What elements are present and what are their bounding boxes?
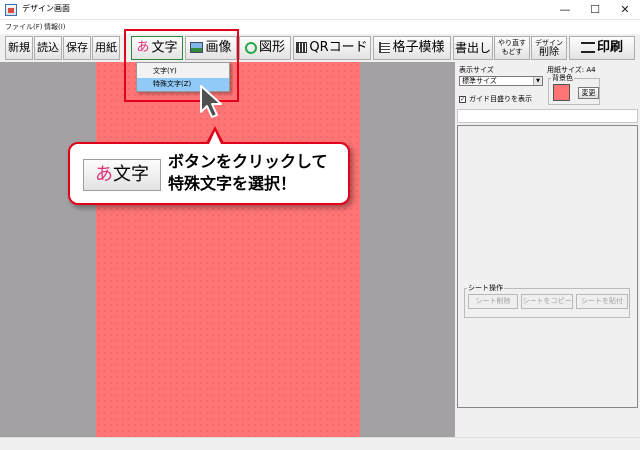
callout-tail-inner [209, 131, 221, 144]
print-icon [580, 42, 595, 53]
guide-checkbox[interactable]: ✓ [459, 96, 466, 103]
app-icon [5, 4, 17, 16]
menu-item-text[interactable]: 文字(Y) [137, 65, 229, 78]
grid-icon [379, 42, 391, 53]
callout-button-label: 文字 [113, 164, 149, 185]
shape-button-label: 図形 [258, 40, 285, 55]
callout-a-icon: あ [95, 164, 113, 185]
design-canvas[interactable] [96, 62, 360, 437]
close-button[interactable]: ✕ [610, 0, 640, 20]
menu-bar: ファイル(F) 情報(I) [0, 20, 640, 34]
bg-color-label: 背景色 [551, 74, 574, 83]
mouse-pointer-icon [200, 85, 222, 118]
toolbar: 新規 読込 保存 用紙 あ文字 画像 図形 QRコード 格子模様 書出し やり直… [0, 34, 640, 62]
qr-button[interactable]: QRコード [293, 36, 371, 60]
window-title: デザイン画面 [22, 4, 70, 13]
paste-sheet-button[interactable]: シートを貼付 [576, 294, 628, 309]
settings-panel: 表示サイズ 標準サイズ ▼ 用紙サイズ: A4 背景色 変更 ✓ ガイド目盛りを… [455, 62, 640, 437]
grid-button-label: 格子模様 [392, 40, 445, 55]
display-size-select[interactable]: 標準サイズ ▼ [459, 76, 543, 86]
paper-button[interactable]: 用紙 [92, 36, 120, 60]
callout-line-2: 特殊文字を選択！ [168, 174, 297, 193]
export-button[interactable]: 書出し [453, 36, 493, 60]
callout-text-button-image: あ文字 [83, 159, 161, 191]
minimize-button[interactable]: — [550, 0, 580, 20]
grid-pattern-button[interactable]: 格子模様 [373, 36, 451, 60]
open-button[interactable]: 読込 [34, 36, 62, 60]
instruction-callout: あ文字 ボタンをクリックして 特殊文字を選択！ [68, 142, 350, 205]
print-button[interactable]: 印刷 [569, 36, 635, 60]
sheet-list [457, 125, 638, 408]
callout-line-1: ボタンをクリックして [168, 152, 328, 171]
delete-design-bottom: 削除 [539, 47, 559, 58]
display-size-value: 標準サイズ [462, 77, 497, 85]
new-button[interactable]: 新規 [5, 36, 33, 60]
panel-info-box [457, 109, 638, 123]
redo-label: やり直す [498, 39, 526, 47]
sheet-ops-label: シート操作 [467, 284, 504, 293]
undo-label: もどす [501, 48, 523, 56]
qr-icon [296, 42, 308, 53]
change-bg-button[interactable]: 変更 [578, 87, 599, 99]
copy-sheet-button[interactable]: シートをコピー [521, 294, 573, 309]
design-workspace [0, 62, 455, 437]
qr-button-label: QRコード [309, 40, 368, 55]
shape-button[interactable]: 図形 [239, 36, 291, 60]
menu-info[interactable]: 情報(I) [44, 21, 66, 33]
display-size-label: 表示サイズ [459, 66, 494, 74]
bg-color-swatch [553, 84, 570, 101]
status-bar [0, 437, 640, 450]
print-button-label: 印刷 [596, 40, 623, 55]
chevron-down-icon[interactable]: ▼ [533, 77, 542, 85]
delete-design-button[interactable]: デザイン 削除 [531, 36, 567, 60]
title-bar: デザイン画面 — ☐ ✕ [0, 0, 640, 20]
delete-sheet-button[interactable]: シート削除 [468, 294, 518, 309]
redo-undo-button[interactable]: やり直す もどす [494, 36, 530, 60]
menu-file[interactable]: ファイル(F) [5, 21, 43, 33]
maximize-button[interactable]: ☐ [580, 0, 610, 20]
guide-label: ガイド目盛りを表示 [469, 95, 532, 103]
save-button[interactable]: 保存 [63, 36, 91, 60]
callout-text: ボタンをクリックして 特殊文字を選択！ [168, 151, 346, 195]
shape-icon [244, 41, 257, 54]
